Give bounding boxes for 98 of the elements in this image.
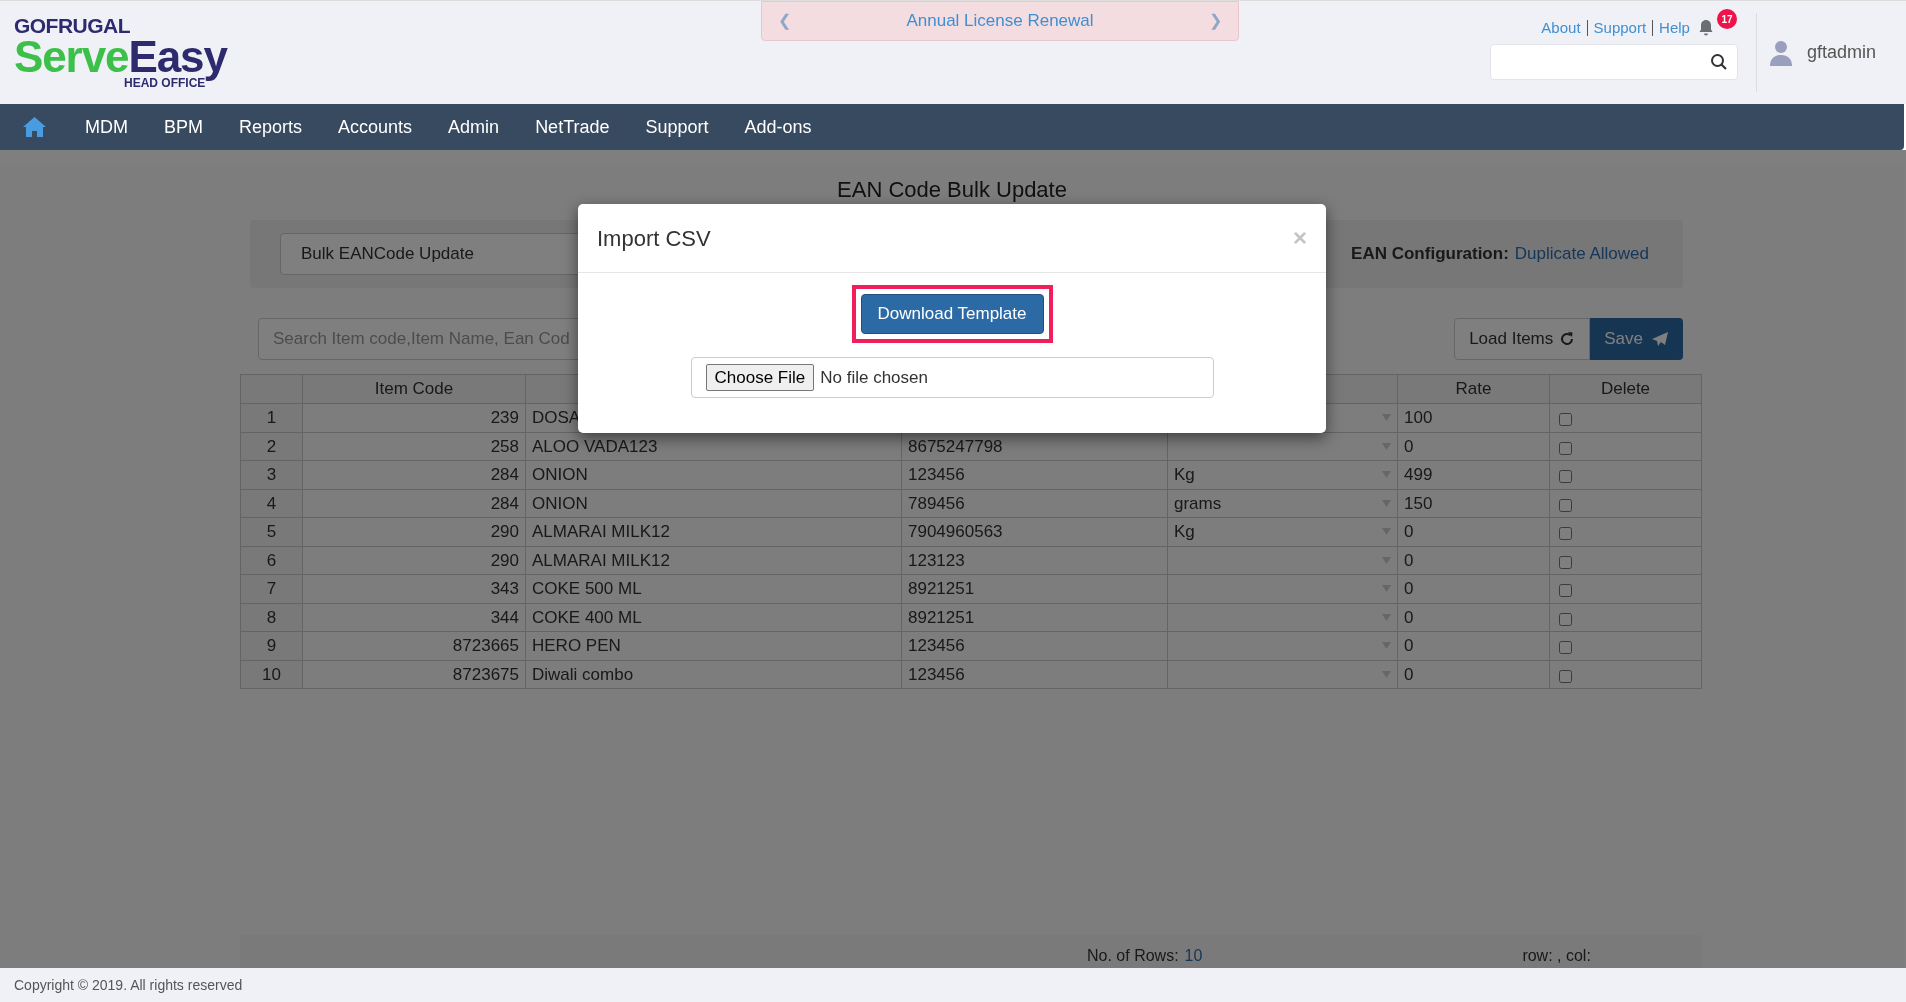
table-cell: 0 [1404,579,1414,598]
unit-cell-text: Kg [1174,464,1195,486]
delete-checkbox[interactable] [1559,555,1572,569]
delete-checkbox[interactable] [1559,669,1572,683]
column-header: Item Code [374,379,454,399]
table-cell: 100 [1404,408,1433,427]
table-cell: 0 [1404,550,1414,570]
nav-menu-item[interactable]: Support [627,113,727,141]
page-title: EAN Code Bulk Update [837,176,1067,204]
home-icon[interactable] [22,116,47,138]
nav-menu-item[interactable]: MDM [67,113,146,141]
nav-menu-item[interactable]: Add-ons [726,113,830,141]
download-template-button[interactable]: Download Template [860,294,1044,334]
delete-checkbox[interactable] [1559,413,1572,427]
table-cell: 789456 [908,493,965,513]
table-cell: 8723665 [452,636,519,655]
row-number: 7 [266,579,277,598]
table-cell: 8921251 [908,579,975,598]
config-label: EAN Configuration: [1351,243,1509,266]
table-cell: 123456 [908,636,965,655]
row-number: 10 [262,664,281,684]
delete-checkbox[interactable] [1559,641,1572,655]
bell-icon[interactable] [1697,19,1714,38]
copyright-text: Copyright © 2019. All rights reserved [0,968,1906,1002]
table-cell: 0 [1404,522,1414,541]
table-cell: 284 [490,465,519,484]
notification-badge: 17 [1716,9,1737,30]
row-number: 5 [266,522,277,541]
table-cell: 343 [490,579,519,598]
delete-checkbox[interactable] [1559,498,1572,512]
table-cell: 123123 [908,550,965,570]
table-cell: 290 [490,550,519,570]
table-cell: 150 [1404,493,1433,513]
logo: GOFRUGAL ServeEasy HEAD OFFICE [13,13,227,92]
table-cell: 0 [1404,664,1414,684]
table-cell: ALMARAI MILK12 [532,550,670,570]
dialog-title: Import CSV [597,224,711,253]
table-cell: 284 [490,493,519,513]
delete-checkbox[interactable] [1559,584,1572,598]
table-cell: ALOO VADA123 [532,436,658,456]
nav-menu-item[interactable]: NetTrade [517,113,628,141]
nav-menu-item[interactable]: Admin [430,113,518,141]
row-number: 9 [266,636,277,655]
table-cell: Diwali combo [532,664,634,684]
table-cell: COKE 500 ML [532,579,642,598]
table-cell: 344 [490,607,519,627]
table-cell: 123456 [908,465,965,484]
header-link[interactable]: About [1541,17,1581,40]
header-link[interactable]: Help [1659,17,1690,40]
table-cell: 7904960563 [908,522,1003,541]
table-cell: 8921251 [908,607,975,627]
delete-checkbox[interactable] [1559,612,1572,626]
delete-checkbox[interactable] [1559,527,1572,541]
delete-checkbox[interactable] [1559,470,1572,484]
table-cell: ALMARAI MILK12 [532,522,670,541]
table-cell: 0 [1404,636,1414,655]
table-cell: COKE 400 ML [532,607,642,627]
delete-checkbox[interactable] [1559,441,1572,455]
username[interactable]: gftadmin [1806,39,1876,66]
nav-menu-item[interactable]: Reports [221,113,321,141]
table-cell: 0 [1404,436,1414,456]
table-cell: 123456 [908,664,965,684]
row-number: 4 [266,493,277,513]
table-cell: 239 [490,408,519,427]
table-cell: HERO PEN [532,636,621,655]
row-number: 8 [266,607,277,627]
search-field[interactable] [1489,43,1738,80]
file-input[interactable]: Choose File No file chosen [690,357,1214,398]
nav-menu-item[interactable]: BPM [146,113,221,141]
table-cell: ONION [532,465,588,484]
row-number: 3 [266,465,277,484]
table-cell: 499 [1404,465,1433,484]
unit-cell-text: Kg [1174,521,1195,543]
cursor-position: row: , col: [1522,946,1591,966]
save-button[interactable]: Save [1590,318,1683,360]
column-header: Delete [1600,379,1651,399]
send-icon [1651,331,1669,347]
search-icon[interactable] [1709,52,1728,71]
header-link[interactable]: Support [1593,17,1647,40]
unit-cell-text: grams [1174,492,1222,515]
table-cell: 8675247798 [908,436,1003,456]
table-cell: DOSA [532,408,581,427]
row-number: 1 [266,408,277,427]
table-cell: 0 [1404,607,1414,627]
nav-menu-item[interactable]: Accounts [320,113,431,141]
row-number: 2 [266,436,277,456]
table-cell: 258 [490,436,519,456]
row-number: 6 [266,550,277,570]
config-value: Duplicate Allowed [1514,243,1649,266]
rows-label: No. of Rows: [1087,946,1179,966]
user-icon[interactable] [1768,38,1793,67]
rows-count: 10 [1184,946,1203,966]
table-cell: 8723675 [452,664,519,684]
refresh-icon [1559,331,1576,347]
table-cell: ONION [532,493,588,513]
column-header: Rate [1455,379,1492,399]
load-items-button[interactable]: Load Items [1454,318,1591,360]
table-cell: 290 [490,522,519,541]
